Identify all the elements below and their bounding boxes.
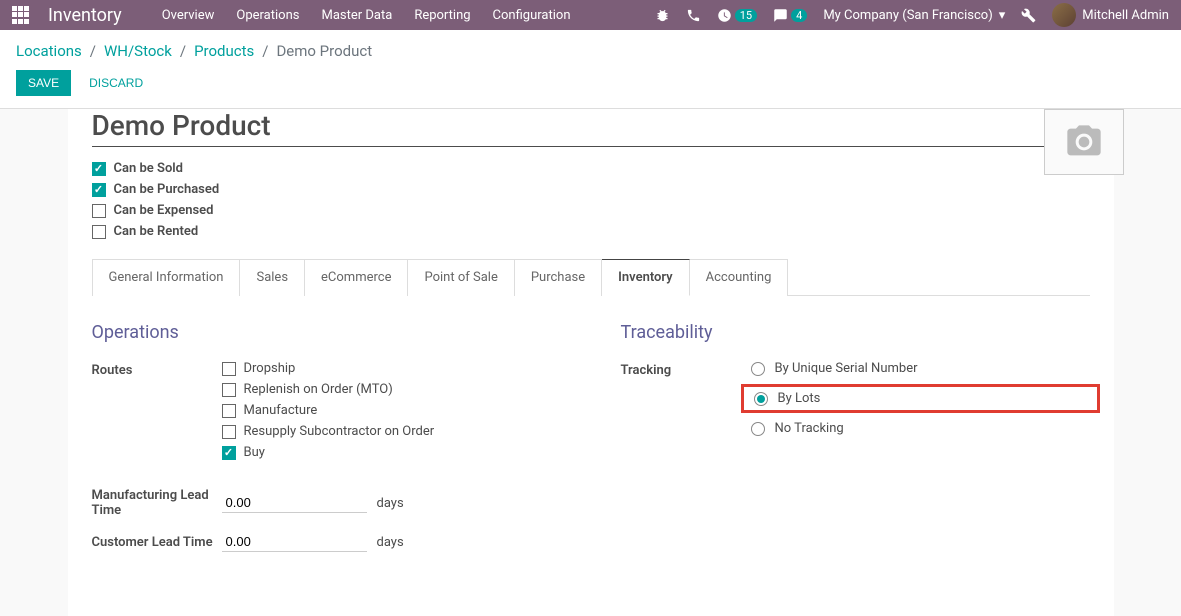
wrench-icon[interactable] xyxy=(1021,8,1036,23)
radio-serial-label: By Unique Serial Number xyxy=(775,361,918,376)
traceability-title: Traceability xyxy=(621,322,1090,343)
tab-general-information[interactable]: General Information xyxy=(92,259,241,296)
mfg-lead-time-input[interactable] xyxy=(222,493,367,513)
highlight-by-lots: By Lots xyxy=(741,384,1100,413)
route-resupply-subcontractor[interactable] xyxy=(222,425,236,439)
radio-by-lots[interactable] xyxy=(754,392,768,406)
bug-icon[interactable] xyxy=(655,8,670,23)
chat-icon[interactable]: 4 xyxy=(773,8,807,23)
route-buy[interactable] xyxy=(222,446,236,460)
control-panel: Locations / WH/Stock / Products / Demo P… xyxy=(0,30,1181,109)
tab-purchase[interactable]: Purchase xyxy=(515,259,602,296)
nav-overview[interactable]: Overview xyxy=(162,8,215,23)
nav-configuration[interactable]: Configuration xyxy=(493,8,571,23)
label-can-be-purchased: Can be Purchased xyxy=(114,182,220,197)
chevron-down-icon: ▾ xyxy=(999,8,1006,23)
radio-serial-number[interactable] xyxy=(751,362,765,376)
module-title: Inventory xyxy=(48,5,122,26)
form-sheet: Demo Product EN Can be Sold Can be Purch… xyxy=(68,109,1114,616)
tab-accounting[interactable]: Accounting xyxy=(690,259,789,296)
label-can-be-rented: Can be Rented xyxy=(114,224,199,239)
radio-no-tracking[interactable] xyxy=(751,422,765,436)
activity-badge: 15 xyxy=(735,9,757,22)
label-can-be-expensed: Can be Expensed xyxy=(114,203,214,218)
camera-icon xyxy=(1064,122,1104,162)
breadcrumb-locations[interactable]: Locations xyxy=(16,42,82,60)
nav-operations[interactable]: Operations xyxy=(236,8,299,23)
route-dropship-label: Dropship xyxy=(244,361,296,376)
route-resupply-label: Resupply Subcontractor on Order xyxy=(244,424,435,439)
route-buy-label: Buy xyxy=(244,445,265,460)
operations-title: Operations xyxy=(92,322,561,343)
nav-reporting[interactable]: Reporting xyxy=(414,8,470,23)
activity-icon[interactable]: 15 xyxy=(717,8,757,23)
nav-menu: Overview Operations Master Data Reportin… xyxy=(162,8,571,23)
tabs: General Information Sales eCommerce Poin… xyxy=(92,259,1090,296)
apps-icon[interactable] xyxy=(12,6,30,24)
nav-master-data[interactable]: Master Data xyxy=(321,8,392,23)
save-button[interactable]: SAVE xyxy=(16,70,71,96)
days-unit-2: days xyxy=(377,535,404,550)
route-manufacture-label: Manufacture xyxy=(244,403,318,418)
routes-label: Routes xyxy=(92,361,222,378)
top-navigation: Inventory Overview Operations Master Dat… xyxy=(0,0,1181,30)
tab-ecommerce[interactable]: eCommerce xyxy=(305,259,408,296)
radio-no-tracking-label: No Tracking xyxy=(775,421,844,436)
tab-sales[interactable]: Sales xyxy=(240,259,305,296)
route-replenish-label: Replenish on Order (MTO) xyxy=(244,382,393,397)
breadcrumb-current: Demo Product xyxy=(276,42,372,60)
product-options: Can be Sold Can be Purchased Can be Expe… xyxy=(92,161,1090,239)
product-name[interactable]: Demo Product xyxy=(92,109,1056,142)
cust-lead-time-label: Customer Lead Time xyxy=(92,535,222,550)
route-replenish-mto[interactable] xyxy=(222,383,236,397)
route-manufacture[interactable] xyxy=(222,404,236,418)
company-selector[interactable]: My Company (San Francisco) ▾ xyxy=(823,8,1005,23)
radio-by-lots-label: By Lots xyxy=(778,391,821,406)
checkbox-can-be-sold[interactable] xyxy=(92,162,106,176)
traceability-section: Traceability Tracking By Unique Serial N… xyxy=(621,322,1090,566)
user-menu[interactable]: Mitchell Admin xyxy=(1052,3,1169,27)
checkbox-can-be-rented[interactable] xyxy=(92,225,106,239)
operations-section: Operations Routes Dropship Replenish on … xyxy=(92,322,561,566)
breadcrumb-stock[interactable]: WH/Stock xyxy=(104,42,172,60)
tracking-label: Tracking xyxy=(621,361,751,378)
avatar xyxy=(1052,3,1076,27)
route-dropship[interactable] xyxy=(222,362,236,376)
discard-button[interactable]: DISCARD xyxy=(81,70,151,96)
days-unit: days xyxy=(377,496,404,511)
checkbox-can-be-purchased[interactable] xyxy=(92,183,106,197)
phone-icon[interactable] xyxy=(686,8,701,23)
cust-lead-time-input[interactable] xyxy=(222,532,367,552)
mfg-lead-time-label: Manufacturing Lead Time xyxy=(92,488,222,518)
tab-inventory[interactable]: Inventory xyxy=(602,259,690,296)
breadcrumb-products[interactable]: Products xyxy=(194,42,254,60)
label-can-be-sold: Can be Sold xyxy=(114,161,184,176)
product-image-upload[interactable] xyxy=(1044,109,1124,175)
tab-point-of-sale[interactable]: Point of Sale xyxy=(408,259,514,296)
breadcrumb: Locations / WH/Stock / Products / Demo P… xyxy=(16,42,1165,60)
checkbox-can-be-expensed[interactable] xyxy=(92,204,106,218)
chat-badge: 4 xyxy=(791,9,807,22)
